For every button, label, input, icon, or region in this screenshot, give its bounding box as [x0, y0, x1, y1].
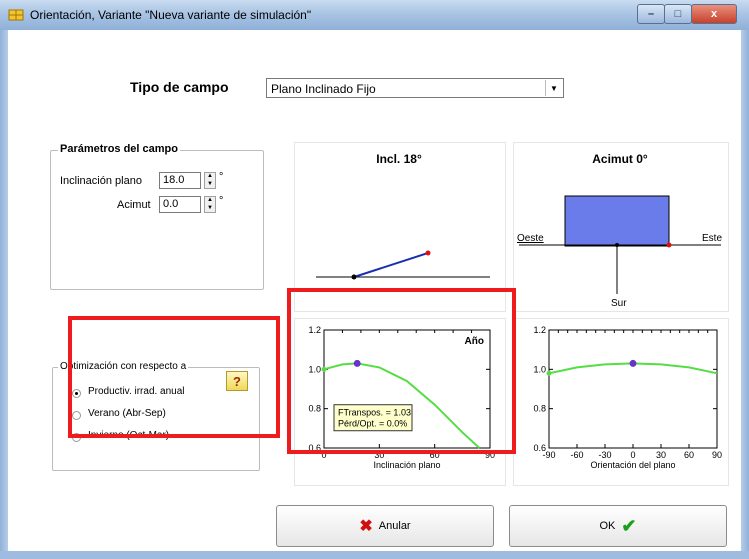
field-parameters-group: [50, 150, 264, 290]
ok-label: OK: [599, 520, 616, 532]
field-type-value: Plano Inclinado Fijo: [271, 82, 376, 96]
green-check-icon: ✔: [621, 515, 637, 536]
window-frame-left: [0, 30, 8, 559]
tilt-pivot: [351, 274, 357, 280]
plot-frame: [548, 329, 718, 449]
tilt-input[interactable]: 18.0: [159, 172, 201, 189]
window-frame-bottom: [0, 551, 749, 559]
field-type-select[interactable]: Plano Inclinado Fijo ▼: [266, 78, 564, 98]
maximize-icon: □: [674, 8, 682, 20]
y-tick-label: 0.8: [533, 404, 546, 414]
chevron-down-icon[interactable]: ▼: [545, 80, 562, 96]
y-tick-label: 1.2: [533, 325, 546, 335]
tilt-diagram: [316, 250, 490, 280]
maximize-button[interactable]: □: [664, 4, 692, 24]
pvsyst-app-icon: [8, 9, 24, 21]
field-type-label: Tipo de campo: [130, 79, 229, 95]
azimuth-diagram: [519, 195, 721, 294]
highlight-box-optimization: [68, 316, 280, 438]
close-icon: x: [710, 8, 718, 20]
ok-button[interactable]: OK ✔: [509, 505, 727, 547]
curve-start-point: [546, 370, 552, 376]
azimuth-spinner[interactable]: ▲ ▼: [204, 196, 216, 213]
x-tick-label: -60: [570, 450, 583, 460]
highlight-box-tilt-chart: [287, 288, 516, 454]
azimuth-optimization-chart: 0.60.81.01.2-90 -60 -30 0 30 60 90Orientación …: [533, 325, 722, 470]
azimuth-rect: [564, 195, 670, 247]
tilt-tip: [425, 250, 431, 256]
x-tick-label: -30: [598, 450, 611, 460]
close-button[interactable]: x: [691, 4, 737, 24]
x-tick-label: 90: [712, 450, 722, 460]
window-frame-right: [741, 30, 749, 559]
south-label: Sur: [611, 298, 627, 309]
field-parameters-title: Parámetros del campo: [58, 143, 180, 155]
azimuth-unit: °: [219, 195, 224, 207]
x-axis-label: Orientación del plano: [590, 460, 675, 470]
y-tick-label: 1.0: [533, 364, 546, 374]
tilt-spinner[interactable]: ▲ ▼: [204, 172, 216, 189]
azimuth-marker: [666, 242, 672, 248]
tilt-label: Inclinación plano: [60, 175, 142, 187]
red-x-icon: ✖: [359, 518, 373, 535]
tilt-line: [353, 252, 429, 278]
minimize-icon: –: [647, 8, 655, 20]
azimuth-center: [615, 243, 619, 247]
east-label: Este: [702, 233, 723, 244]
x-tick-label: 0: [630, 450, 635, 460]
x-axis-label: Inclinación plano: [373, 460, 440, 470]
x-tick-label: 60: [684, 450, 694, 460]
cancel-button[interactable]: ✖ Anular: [276, 505, 494, 547]
tilt-unit: °: [219, 171, 224, 183]
optimum-marker: [629, 359, 637, 367]
x-tick-label: -90: [542, 450, 555, 460]
x-tick-label: 30: [656, 450, 666, 460]
minimize-button[interactable]: –: [637, 4, 665, 24]
window-title: Orientación, Variante "Nueva variante de…: [30, 8, 312, 22]
cancel-label: Anular: [378, 520, 411, 532]
west-label: Oeste: [517, 233, 544, 244]
azimuth-label: Acimut: [117, 199, 151, 211]
azimuth-input[interactable]: 0.0: [159, 196, 201, 213]
